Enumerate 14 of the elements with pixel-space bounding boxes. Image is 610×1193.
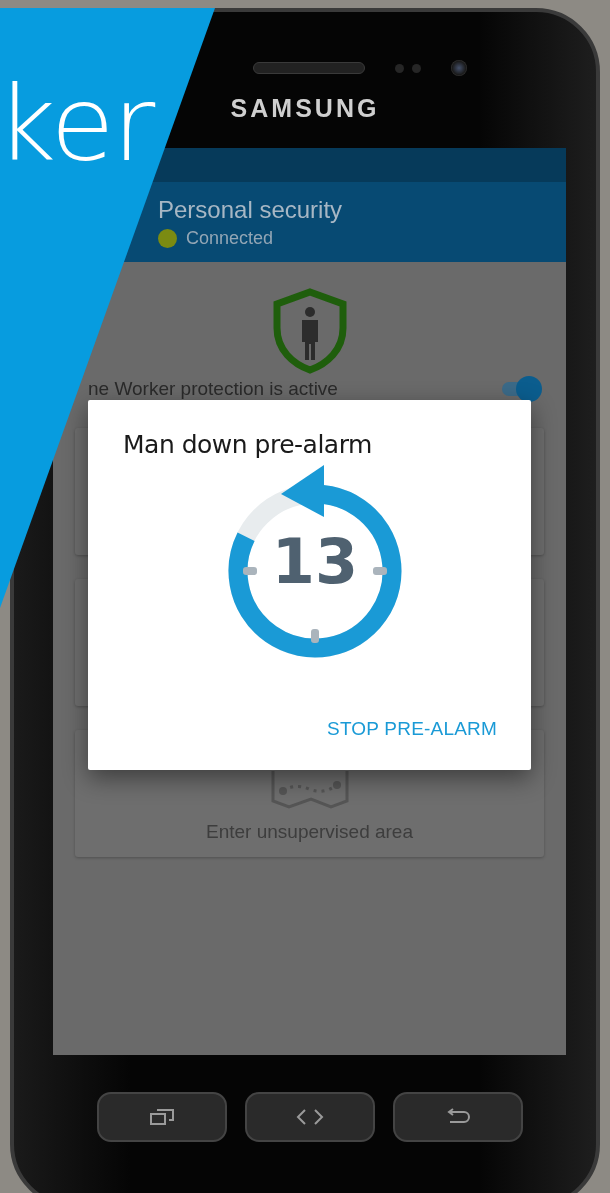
shield-person-icon	[271, 288, 348, 374]
app-title: Personal security	[158, 195, 344, 224]
recent-apps-icon	[149, 1108, 175, 1126]
brand-logo: SAMSUNG	[230, 94, 380, 123]
area-boundary-icon	[270, 771, 349, 809]
countdown-number: 13	[271, 524, 359, 598]
chevrons-icon	[295, 1108, 325, 1126]
sensor-icon	[395, 63, 421, 73]
banner-text: ker	[0, 72, 154, 176]
status-label: Connected	[186, 227, 274, 249]
protection-label: ne Worker protection is active	[88, 378, 338, 400]
dialog-title: Man down pre-alarm	[123, 430, 373, 459]
recent-apps-key[interactable]	[97, 1092, 227, 1142]
camera-icon	[451, 60, 467, 76]
